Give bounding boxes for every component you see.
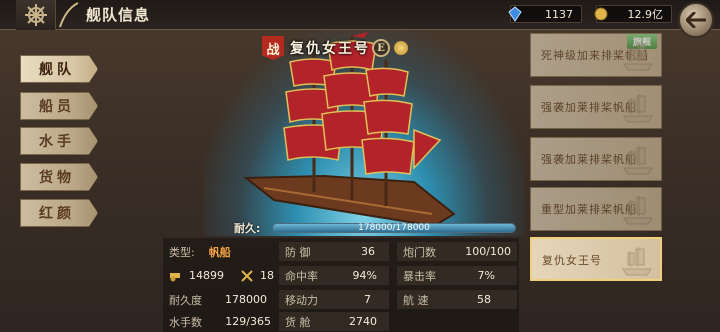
back-button[interactable]: [678, 2, 714, 38]
ship-thumbnail-icon: [623, 42, 653, 71]
ship-list-item-selected[interactable]: 复仇女王号: [530, 237, 662, 281]
crossed-value: 18: [260, 269, 274, 282]
gold-coin-icon: [593, 6, 609, 25]
battle-badge: 战: [262, 36, 284, 60]
page-title: 舰队信息: [86, 6, 151, 24]
stat-crit-rate: 暴击率 7%: [397, 266, 517, 285]
gold-counter: 12.9亿: [593, 5, 672, 25]
swap-icon[interactable]: [394, 41, 408, 55]
back-arrow-icon: [686, 12, 706, 28]
stat-cannon-ports: 炮门数 100/100: [397, 242, 517, 261]
ship-type-value: 帆船: [208, 245, 231, 259]
ship-list-item[interactable]: 死神级加来排桨帆船 旗舰: [530, 33, 662, 77]
stat-hit-rate: 命中率 94%: [279, 266, 389, 285]
top-bar: 舰队信息 1137 12.9亿: [0, 0, 720, 38]
power-value: 14899: [189, 269, 224, 282]
stat-movement: 移动力 7: [279, 290, 389, 309]
ship-thumbnail-icon: [623, 196, 653, 225]
tab-crew[interactable]: 船员: [20, 92, 98, 120]
gold-amount: 12.9亿: [627, 8, 664, 21]
stat-speed: 航 速 58: [397, 290, 517, 309]
rank-badge: E: [372, 39, 390, 57]
ship-thumbnail-icon: [622, 247, 652, 276]
helm-icon: [16, 0, 56, 30]
stat-power: 14899 18: [169, 266, 277, 285]
gem-counter: 1137: [507, 5, 582, 25]
stat-durability: 耐久度 178000: [169, 293, 267, 307]
gem-amount: 1137: [545, 7, 573, 21]
crossed-swords-icon: [241, 269, 253, 282]
tab-sailors[interactable]: 水手: [20, 127, 98, 155]
stat-cargo: 货 舱 2740: [279, 312, 389, 331]
ship-list-item[interactable]: 强袭加莱排桨帆船: [530, 85, 662, 129]
stat-sailors: 水手数 129/365: [169, 315, 271, 329]
tab-beauties[interactable]: 红颜: [20, 199, 98, 227]
durability-value: 178000/178000: [358, 223, 430, 233]
ship-thumbnail-icon: [623, 94, 653, 123]
durability-bar: 耐久: 178000/178000: [234, 222, 528, 235]
ship-display: [204, 30, 524, 236]
tab-cargo[interactable]: 货物: [20, 163, 98, 191]
stat-defense: 防 御 36: [279, 242, 389, 261]
cannon-power-icon: [170, 272, 180, 281]
durability-label: 耐久:: [234, 222, 261, 235]
ship-name: 复仇女王号: [290, 41, 370, 57]
stats-panel: 类型: 帆船 14899 18 耐久度 178000 水手数 129/365 防…: [163, 238, 519, 332]
ship-list-item[interactable]: 重型加莱排桨帆船: [530, 187, 662, 231]
ship-name-bar: 战 复仇女王号 E: [262, 36, 426, 60]
stat-type: 类型: 帆船: [169, 245, 231, 259]
quill-decoration-icon: [59, 2, 79, 28]
ship-illustration: [243, 32, 456, 228]
gem-icon: [507, 6, 523, 25]
ship-thumbnail-icon: [623, 146, 653, 175]
tab-fleet[interactable]: 舰队: [20, 55, 98, 83]
ship-list-item[interactable]: 强袭加莱排桨帆船: [530, 137, 662, 181]
